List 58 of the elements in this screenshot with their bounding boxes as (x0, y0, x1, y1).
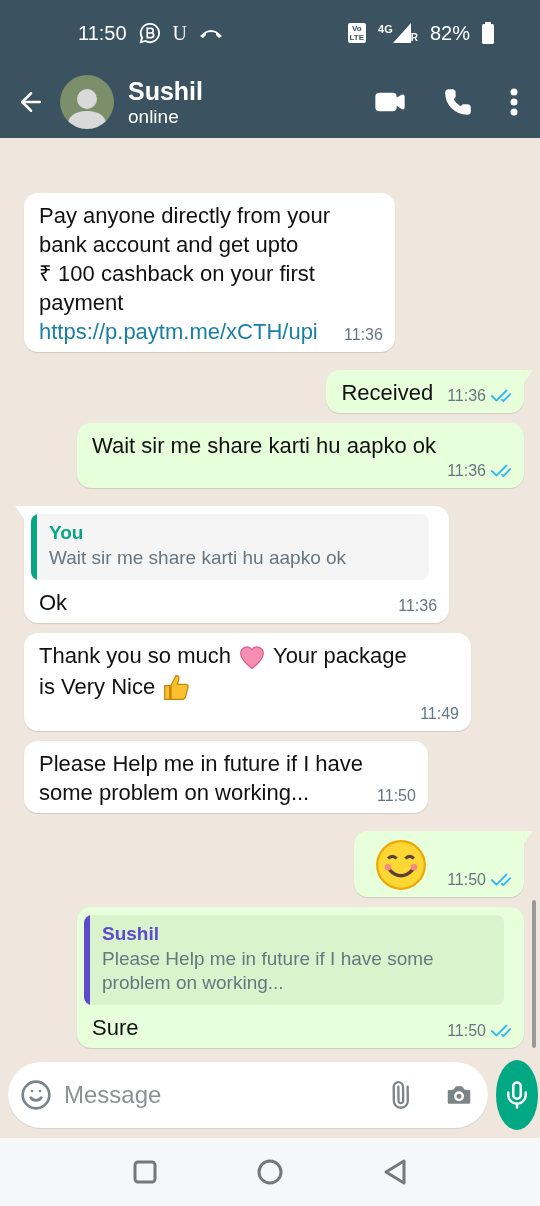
message-text: ₹ 100 cashback on your first (39, 259, 315, 288)
message-text: Thank you so much (39, 641, 231, 670)
phone-icon (444, 88, 472, 116)
contact-status: online (128, 105, 180, 128)
message-text: Pay anyone directly from your (39, 201, 331, 230)
signal-icon (392, 23, 411, 43)
message-text: Wait sir me share karti hu aapko ok (92, 431, 436, 460)
message-time: 11:50 (447, 871, 486, 889)
message-text: Ok (39, 588, 68, 617)
quoted-message[interactable]: Sushil Please Help me in future if I have some problem on working... (84, 915, 504, 1005)
sent-message-bubble[interactable]: Sushil Please Help me in future if I have some problem on working... Sure 11:50 (77, 907, 524, 1048)
chat-bubble-b-icon (138, 22, 161, 44)
received-message-bubble[interactable]: You Wait sir me share karti hu aapko ok Ok 11:36 (24, 505, 450, 623)
menu-icon (510, 88, 518, 116)
sent-message-bubble[interactable]: 11:50 (354, 831, 524, 897)
message-text: Please Help me in future if I have (39, 750, 364, 778)
message-text: Your package (273, 641, 407, 670)
message-text: bank account and get upto (39, 230, 299, 259)
missed-call-icon (199, 27, 224, 39)
message-text: Sure (92, 1014, 139, 1042)
battery-icon (482, 22, 494, 44)
quote-author: Sushil (102, 923, 160, 945)
received-message-bubble[interactable]: Thank you so much Your package is Very Nice 11:49 (24, 632, 471, 731)
message-link[interactable]: https://p.paytm.me/xCTH/upi (39, 316, 331, 346)
contact-name[interactable]: Sushil (128, 76, 203, 106)
network-type: 4G (378, 23, 393, 35)
message-time: 11:49 (420, 705, 459, 723)
received-message-bubble[interactable]: Pay anyone directly from your bank account and get upto ₹ 100 cashback on your first payment https://p.paytm.me/xCTH/upi 11:36 (24, 192, 395, 352)
quote-text: Please Help me in future if I have some problem on working... (102, 947, 435, 995)
sent-message-bubble[interactable]: Received 11:36 (326, 369, 524, 413)
back-nav-button[interactable] (383, 1159, 407, 1185)
message-text: some problem on working... (39, 779, 310, 807)
message-text: Received (341, 378, 434, 407)
smiling-face-emoji-icon (375, 839, 428, 891)
received-message-bubble[interactable]: Please Help me in future if I have some problem on working... 11:50 (24, 741, 428, 813)
sent-message-bubble[interactable]: Wait sir me share karti hu aapko ok 11:36 (77, 422, 524, 488)
emoji-icon[interactable] (20, 1079, 52, 1111)
message-text: is Very Nice (39, 672, 156, 701)
notification-letter: U (172, 21, 188, 45)
clock-time: 11:50 (78, 21, 127, 45)
thumbs-up-emoji-icon (161, 673, 192, 703)
recent-apps-button[interactable] (133, 1160, 157, 1184)
message-time: 11:50 (447, 1022, 486, 1040)
message-time: 11:36 (447, 461, 486, 480)
message-text: payment (39, 288, 124, 317)
message-time: 11:50 (377, 787, 416, 805)
battery-percent: 82% (429, 21, 470, 45)
message-time: 11:36 (398, 596, 438, 615)
contact-avatar[interactable] (60, 75, 114, 129)
message-composer-field[interactable]: Message (8, 1062, 488, 1128)
volte-badge: Vo LTE (347, 23, 367, 43)
message-time: 11:36 (344, 325, 383, 344)
roaming-indicator: R (410, 32, 418, 43)
quote-author: You (49, 521, 85, 544)
quoted-message[interactable]: You Wait sir me share karti hu aapko ok (31, 513, 430, 580)
home-button[interactable] (257, 1159, 283, 1185)
message-time: 11:36 (447, 386, 486, 405)
quote-text: Wait sir me share karti hu aapko ok (49, 545, 347, 570)
